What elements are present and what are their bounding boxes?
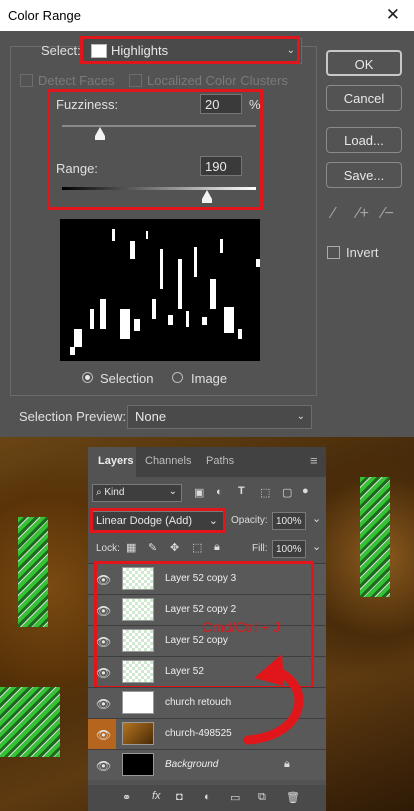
range-label: Range: xyxy=(56,161,98,176)
stained-glass-right xyxy=(360,477,390,597)
selection-preview-value: None xyxy=(135,409,167,424)
color-range-dialog: Color Range ✕ Select: Highlights ⌄ Detec… xyxy=(0,0,414,437)
selection-radio[interactable] xyxy=(82,372,93,383)
selection-radio-label: Selection xyxy=(100,371,154,386)
ok-button[interactable]: OK xyxy=(326,50,402,76)
layer-name[interactable]: church retouch xyxy=(165,697,231,708)
filter-smart-object-icon[interactable]: ▢ xyxy=(282,486,292,499)
panel-footer: ⚭ fx ◘ ◐ ▭ ⧉ 🗑︎ xyxy=(88,785,326,811)
lock-label: Lock: xyxy=(96,543,120,554)
opacity-input[interactable]: 100% xyxy=(272,512,306,530)
filter-kind-value: Kind xyxy=(104,487,125,498)
fill-label: Fill: xyxy=(252,543,268,554)
range-input[interactable]: 190 xyxy=(200,156,242,176)
layer-row[interactable]: 👁︎ Background 🔒︎ xyxy=(88,749,326,780)
link-layers-icon[interactable]: ⚭ xyxy=(122,791,131,804)
select-label: Select: xyxy=(41,43,81,58)
fuzziness-label: Fuzziness: xyxy=(56,97,119,112)
eyedropper-minus-icon[interactable]: ⁄− xyxy=(382,205,394,223)
fill-input[interactable]: 100% xyxy=(272,540,306,558)
fuzziness-slider-thumb[interactable] xyxy=(94,127,105,140)
lock-transparent-icon[interactable]: ▦ xyxy=(126,541,136,554)
fuzziness-unit: % xyxy=(249,97,261,112)
invert-checkbox[interactable] xyxy=(327,246,340,259)
tab-paths[interactable]: Paths xyxy=(206,455,234,467)
selection-preview-label: Selection Preview: xyxy=(19,409,126,424)
stained-glass-lower-left xyxy=(0,687,60,757)
eyedropper-icon[interactable]: ⁄ xyxy=(332,205,335,223)
panel-menu-icon[interactable]: ≡ xyxy=(310,453,318,468)
adjustment-layer-icon[interactable]: ◐ xyxy=(204,791,211,803)
fuzziness-slider-track[interactable] xyxy=(62,125,256,127)
filter-toggle-icon[interactable]: ● xyxy=(302,485,309,497)
add-mask-icon[interactable]: ◘ xyxy=(176,791,183,803)
image-radio[interactable] xyxy=(172,372,183,383)
panel-tabs: Layers Channels Paths ≡ xyxy=(88,447,326,477)
filter-type-icon[interactable]: T xyxy=(238,485,245,497)
highlight-box-select xyxy=(80,36,300,64)
lock-all-icon[interactable]: 🔒︎ xyxy=(214,541,220,554)
fuzziness-input[interactable]: 20 xyxy=(200,94,242,114)
opacity-label: Opacity: xyxy=(231,515,268,526)
highlight-box-blend-mode xyxy=(90,508,226,533)
chevron-down-icon: ⌄ xyxy=(168,486,177,497)
eyedropper-plus-icon[interactable]: ⁄+ xyxy=(357,205,369,223)
new-layer-icon[interactable]: ⧉ xyxy=(258,791,266,804)
detect-faces-label: Detect Faces xyxy=(38,73,115,88)
range-slider-track[interactable] xyxy=(62,187,256,190)
visibility-eye-icon[interactable]: 👁︎ xyxy=(96,728,111,742)
shortcut-annotation: Cmd/Ctrl + J xyxy=(202,619,281,635)
filter-adjustment-icon[interactable]: ◐ xyxy=(216,486,223,498)
new-group-icon[interactable]: ▭ xyxy=(230,791,240,804)
layer-name[interactable]: Background xyxy=(165,759,218,770)
tab-channels[interactable]: Channels xyxy=(145,455,191,467)
load-button[interactable]: Load... xyxy=(326,127,402,153)
trash-icon[interactable]: 🗑︎ xyxy=(286,791,300,804)
visibility-eye-icon[interactable]: 👁︎ xyxy=(96,697,111,711)
close-icon[interactable]: ✕ xyxy=(386,5,400,25)
save-button[interactable]: Save... xyxy=(326,162,402,188)
cancel-button[interactable]: Cancel xyxy=(326,85,402,111)
dialog-title: Color Range xyxy=(8,8,81,23)
title-bar: Color Range ✕ xyxy=(0,0,414,31)
chevron-down-icon[interactable]: ⌄ xyxy=(312,540,321,553)
filter-shape-icon[interactable]: ⬚ xyxy=(260,486,270,499)
lock-artboard-icon[interactable]: ⬚ xyxy=(192,541,202,554)
lock-image-icon[interactable]: ✎ xyxy=(148,541,157,554)
layer-thumbnail xyxy=(122,753,154,776)
image-radio-label: Image xyxy=(191,371,228,386)
invert-label: Invert xyxy=(346,245,379,260)
curved-arrow-icon xyxy=(243,654,304,745)
layer-thumbnail xyxy=(122,722,154,745)
filter-pixel-icon[interactable]: ▣ xyxy=(194,486,204,499)
chevron-down-icon: ⌄ xyxy=(296,411,305,422)
selection-preview-image xyxy=(60,219,260,361)
lock-icon: 🔒︎ xyxy=(284,758,290,770)
chevron-down-icon[interactable]: ⌄ xyxy=(312,512,321,525)
tab-layers[interactable]: Layers xyxy=(98,455,133,467)
detect-faces-checkbox[interactable] xyxy=(20,74,33,87)
stained-glass-left xyxy=(18,517,48,627)
filter-kind-dropdown[interactable]: ⌕ Kind ⌄ xyxy=(92,484,182,502)
localized-clusters-label: Localized Color Clusters xyxy=(147,73,288,88)
selection-preview-dropdown[interactable]: None ⌄ xyxy=(127,405,312,429)
visibility-eye-icon[interactable]: 👁︎ xyxy=(96,759,111,773)
localized-clusters-checkbox[interactable] xyxy=(129,74,142,87)
fx-icon[interactable]: fx xyxy=(152,790,161,802)
range-slider-thumb[interactable] xyxy=(201,190,212,203)
layer-name[interactable]: church-498525 xyxy=(165,728,232,739)
lock-position-icon[interactable]: ✥ xyxy=(170,541,179,554)
layer-thumbnail xyxy=(122,691,154,714)
